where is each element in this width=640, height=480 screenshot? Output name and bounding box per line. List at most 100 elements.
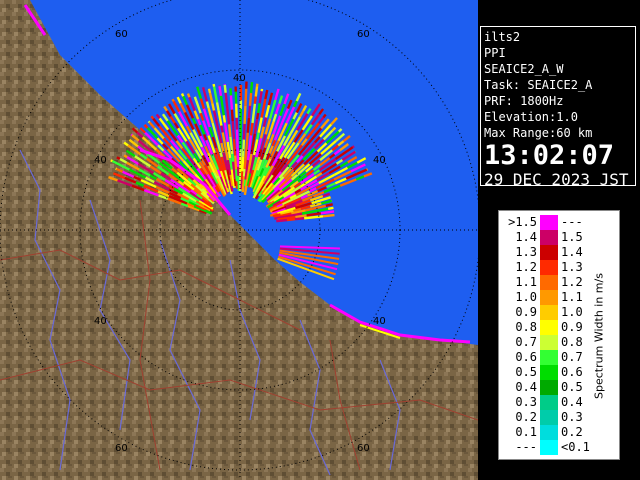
legend-color-swatch bbox=[540, 380, 558, 395]
echo-segment bbox=[217, 110, 223, 126]
echo-segment bbox=[259, 126, 265, 139]
echo-segment bbox=[161, 143, 169, 150]
site-name: ilts2 bbox=[484, 30, 521, 44]
echo-segment bbox=[258, 149, 263, 158]
echo-segment bbox=[231, 153, 235, 162]
echo-segment bbox=[241, 156, 245, 172]
echo-segment bbox=[306, 108, 312, 115]
echo-segment bbox=[180, 93, 185, 97]
legend-low-value: --- bbox=[515, 440, 537, 454]
echo-segment bbox=[227, 124, 232, 137]
echo-segment bbox=[292, 112, 298, 120]
legend-high-value: 1.2 bbox=[561, 275, 583, 289]
legend-unit-label: Spectrum Width in m/s bbox=[592, 273, 606, 399]
echo-segment bbox=[158, 125, 172, 142]
radar-ppi-display: 60 60 40 40 40 40 40 60 60 bbox=[0, 0, 478, 480]
legend-color-swatch bbox=[540, 365, 558, 380]
echo-segment bbox=[152, 117, 161, 127]
legend-low-value: 1.4 bbox=[515, 230, 537, 244]
legend-color-swatch bbox=[540, 215, 558, 230]
legend-low-value: 0.1 bbox=[515, 425, 537, 439]
echo-segment bbox=[232, 138, 237, 156]
echo-segment bbox=[251, 103, 257, 124]
legend-color-swatch bbox=[540, 395, 558, 410]
legend-color-swatch bbox=[540, 425, 558, 440]
echo-segment bbox=[199, 98, 206, 109]
legend-low-value: 0.8 bbox=[515, 320, 537, 334]
echo-segment bbox=[143, 123, 149, 129]
echo-segment bbox=[314, 136, 321, 144]
echo-segment bbox=[188, 96, 196, 112]
legend-color-swatch bbox=[540, 335, 558, 350]
echo-segment bbox=[337, 128, 343, 133]
echo-segment bbox=[255, 112, 260, 120]
echo-segment bbox=[328, 153, 336, 159]
echo-segment bbox=[246, 152, 251, 161]
echo-segment bbox=[305, 207, 314, 212]
echo-segment bbox=[298, 110, 305, 118]
legend-high-value: 1.1 bbox=[561, 290, 583, 304]
task-name: Task: SEAICE2_A bbox=[484, 78, 593, 92]
echo-segment bbox=[173, 112, 182, 124]
legend-color-swatch bbox=[540, 350, 558, 365]
echo-segment bbox=[276, 218, 288, 223]
legend-color-swatch bbox=[540, 260, 558, 275]
echo-segment bbox=[292, 100, 298, 108]
echo-segment bbox=[232, 128, 236, 139]
echo-segment bbox=[221, 132, 226, 142]
legend-high-value: <0.1 bbox=[561, 440, 590, 454]
echo-segment bbox=[306, 212, 322, 217]
echo-segment bbox=[222, 115, 227, 123]
echo-segment bbox=[258, 90, 263, 104]
legend-high-value: 1.5 bbox=[561, 230, 583, 244]
echo-segment bbox=[193, 96, 198, 102]
echo-segment bbox=[166, 120, 179, 137]
echo-segment bbox=[155, 113, 161, 120]
legend-high-value: 0.5 bbox=[561, 380, 583, 394]
echo-segment bbox=[214, 117, 221, 133]
legend-high-value: 0.7 bbox=[561, 350, 583, 364]
echo-segment bbox=[156, 137, 164, 145]
echo-segment bbox=[248, 92, 253, 106]
ring-label: 60 bbox=[357, 443, 370, 454]
echo-segment bbox=[274, 103, 281, 115]
echo-segment bbox=[320, 210, 335, 215]
echo-segment bbox=[236, 147, 240, 167]
echo-segment bbox=[315, 207, 329, 213]
echo-segment bbox=[249, 82, 254, 94]
echo-segment bbox=[278, 95, 284, 105]
echo-segment bbox=[356, 168, 368, 175]
legend-row: >1.5 --- bbox=[499, 215, 619, 230]
echo-segment bbox=[335, 132, 346, 142]
echo-segment bbox=[352, 145, 355, 149]
echo-segment bbox=[130, 133, 133, 136]
echo-segment bbox=[315, 172, 323, 178]
echo-segment bbox=[196, 118, 202, 126]
echo-segment bbox=[234, 169, 239, 182]
legend-color-swatch bbox=[540, 275, 558, 290]
echo-segment bbox=[220, 142, 225, 153]
echo-segment bbox=[286, 99, 293, 110]
echo-segment bbox=[347, 156, 358, 164]
legend-high-value: 1.3 bbox=[561, 260, 583, 274]
legend-row: 0.2 0.3 bbox=[499, 410, 619, 425]
echo-segment bbox=[244, 88, 248, 106]
echo-segment bbox=[169, 115, 176, 124]
echo-segment bbox=[346, 161, 358, 169]
legend-low-value: 0.7 bbox=[515, 335, 537, 349]
echo-segment bbox=[260, 98, 267, 118]
legend-low-value: 0.4 bbox=[515, 380, 537, 394]
legend-low-value: 0.2 bbox=[515, 410, 537, 424]
echo-segment bbox=[228, 157, 233, 170]
echo-segment bbox=[241, 139, 246, 157]
legend-color-swatch bbox=[540, 230, 558, 245]
legend-low-value: 0.6 bbox=[515, 350, 537, 364]
echo-segment bbox=[321, 199, 332, 205]
echo-segment bbox=[245, 132, 249, 151]
echo-segment bbox=[297, 144, 303, 151]
land-area bbox=[0, 0, 478, 480]
echo-segment bbox=[203, 133, 208, 141]
echo-segment bbox=[256, 132, 260, 140]
max-range-value: Max Range:60 km bbox=[484, 126, 593, 140]
echo-segment bbox=[300, 138, 308, 146]
